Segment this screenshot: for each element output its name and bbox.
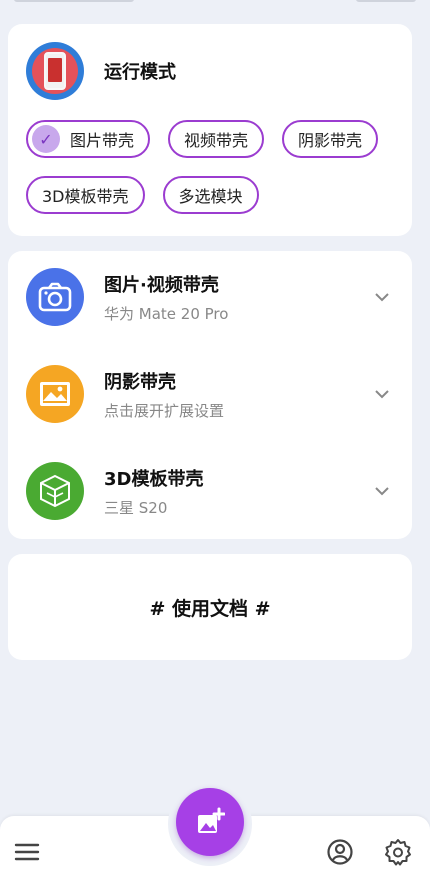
app-screen: 运行模式 ✓ 图片带壳 视频带壳 阴影带壳 3D模板带壳 多选模块 图片·视频带… [0,0,430,876]
list-item-subtitle: 三星 S20 [104,498,168,517]
phone-icon [26,42,84,100]
status-bar-left [14,0,134,2]
chevron-down-icon[interactable] [370,479,394,503]
profile-icon[interactable] [326,838,354,866]
run-mode-title: 运行模式 [104,62,176,83]
docs-card[interactable]: # 使用文档 # [8,554,412,660]
chip-image-frame[interactable]: ✓ 图片带壳 [26,120,151,158]
list-item-shadow[interactable]: 阴影带壳 点击展开扩展设置 [26,362,394,426]
run-mode-header: 运行模式 [26,42,176,100]
chip-multi-select[interactable]: 多选模块 [162,176,259,214]
list-item-title: 图片·视频带壳 [104,274,219,296]
list-item-3d-template[interactable]: 3D模板带壳 三星 S20 [26,459,394,523]
status-bar-right [356,0,416,2]
menu-icon[interactable] [13,838,41,866]
list-item-image-video[interactable]: 图片·视频带壳 华为 Mate 20 Pro [26,265,394,329]
chip-label: 3D模板带壳 [42,187,129,206]
run-mode-card: 运行模式 ✓ 图片带壳 视频带壳 阴影带壳 3D模板带壳 多选模块 [8,24,412,236]
docs-link[interactable]: # 使用文档 # [149,594,270,621]
add-image-button[interactable] [176,788,244,856]
status-bar [0,0,430,8]
gear-icon[interactable] [384,838,412,866]
check-icon: ✓ [32,125,60,153]
chip-label: 阴影带壳 [298,131,363,150]
chip-label: 视频带壳 [184,131,249,150]
mode-chip-group: ✓ 图片带壳 视频带壳 阴影带壳 3D模板带壳 多选模块 [26,120,406,232]
chevron-down-icon[interactable] [370,382,394,406]
chip-shadow-frame[interactable]: 阴影带壳 [282,120,379,158]
list-item-subtitle: 华为 Mate 20 Pro [104,304,229,323]
chip-label: 多选模块 [178,187,243,206]
chevron-down-icon[interactable] [370,285,394,309]
camera-icon [26,268,84,326]
settings-list-card: 图片·视频带壳 华为 Mate 20 Pro 阴影带壳 点击展开扩展设置 3D模… [8,251,412,539]
chip-label: 图片带壳 [70,131,135,150]
image-icon [26,365,84,423]
chip-3d-template-frame[interactable]: 3D模板带壳 [26,176,145,214]
list-item-subtitle: 点击展开扩展设置 [104,401,225,420]
list-item-title: 阴影带壳 [104,371,176,393]
chip-video-frame[interactable]: 视频带壳 [168,120,265,158]
3d-cube-icon [26,462,84,520]
list-item-title: 3D模板带壳 [104,468,204,490]
add-image-icon [198,807,225,833]
